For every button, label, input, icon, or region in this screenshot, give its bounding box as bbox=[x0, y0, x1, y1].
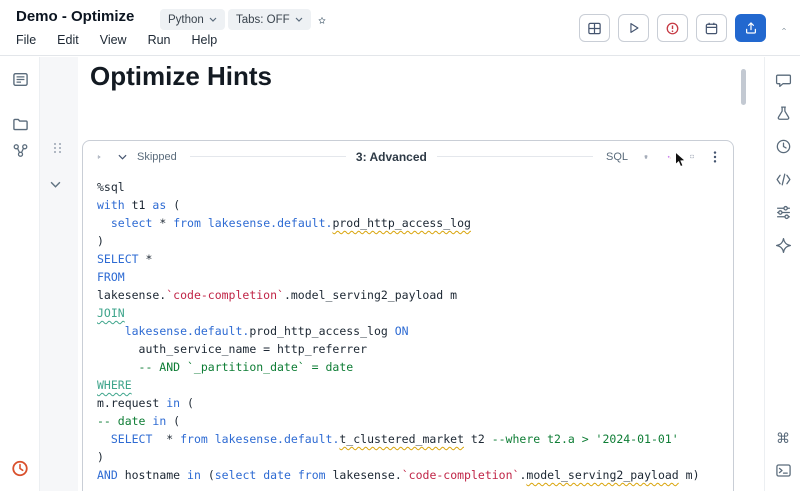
chevron-down-icon bbox=[50, 181, 61, 188]
collapse-toolbar-button[interactable] bbox=[776, 21, 792, 37]
code-line[interactable]: m.request in ( bbox=[97, 394, 733, 412]
code-line[interactable]: ) bbox=[97, 448, 733, 466]
code-line[interactable]: select * from lakesense.default.prod_htt… bbox=[97, 214, 733, 232]
vertical-scrollbar[interactable] bbox=[741, 69, 746, 105]
terminal-icon[interactable] bbox=[774, 461, 792, 479]
delete-cell-icon bbox=[644, 150, 648, 164]
schedule-button[interactable] bbox=[696, 14, 727, 42]
cell-header: Skipped 3: Advanced SQL bbox=[83, 141, 733, 172]
code-line[interactable]: -- AND `_partition_date` = date bbox=[97, 358, 733, 376]
comments-icon[interactable] bbox=[774, 71, 792, 89]
expand-cell-button[interactable] bbox=[684, 149, 700, 165]
folder-icon[interactable] bbox=[11, 115, 29, 133]
code-line[interactable]: with t1 as ( bbox=[97, 196, 733, 214]
run-cell-icon bbox=[97, 151, 101, 163]
layout-grid-icon bbox=[587, 21, 602, 36]
star-icon bbox=[318, 13, 326, 28]
tabs-toggle[interactable]: Tabs: OFF bbox=[228, 9, 311, 30]
menu-bar: File Edit View Run Help bbox=[16, 33, 217, 47]
cell-status: Skipped bbox=[137, 151, 177, 163]
assistant-sparkle-icon bbox=[667, 150, 671, 164]
interrupt-button[interactable] bbox=[657, 14, 688, 42]
code-line[interactable]: %sql bbox=[97, 178, 733, 196]
menu-view[interactable]: View bbox=[100, 33, 127, 47]
toolbar bbox=[579, 14, 766, 42]
chevron-down-icon bbox=[118, 154, 127, 160]
code-line[interactable]: SELECT * bbox=[97, 250, 733, 268]
run-all-button[interactable] bbox=[618, 14, 649, 42]
cell-language[interactable]: SQL bbox=[606, 151, 628, 163]
history-icon[interactable] bbox=[774, 137, 792, 155]
chevron-up-icon bbox=[782, 26, 786, 32]
run-cell-button[interactable] bbox=[91, 149, 107, 165]
favorite-button[interactable] bbox=[312, 10, 332, 30]
code-line[interactable]: WHERE bbox=[97, 376, 733, 394]
notebook-gutter bbox=[40, 57, 78, 491]
recents-clock-icon[interactable] bbox=[11, 459, 29, 477]
left-sidebar bbox=[0, 57, 40, 491]
code-line[interactable]: SELECT * from lakesense.default.t_cluste… bbox=[97, 430, 733, 448]
code-editor[interactable]: %sqlwith t1 as ( select * from lakesense… bbox=[83, 172, 733, 484]
markdown-heading: Optimize Hints bbox=[90, 61, 272, 92]
code-line[interactable]: -- date in ( bbox=[97, 412, 733, 430]
divider bbox=[190, 156, 346, 157]
cell-title[interactable]: 3: Advanced bbox=[356, 150, 427, 164]
code-line[interactable]: auth_service_name = http_referrer bbox=[97, 340, 733, 358]
assistant-icon[interactable] bbox=[774, 236, 792, 254]
run-all-icon bbox=[627, 21, 641, 35]
layout-button[interactable] bbox=[579, 14, 610, 42]
code-line[interactable]: FROM bbox=[97, 268, 733, 286]
expand-cell-icon bbox=[690, 150, 694, 163]
notebook-area: Optimize Hints Skipped 3: Advanced SQL bbox=[40, 57, 764, 491]
environment-icon[interactable] bbox=[774, 203, 792, 221]
interrupt-icon bbox=[665, 21, 680, 36]
chevron-down-icon bbox=[209, 17, 217, 22]
drag-handle-icon[interactable] bbox=[54, 143, 64, 157]
shortcuts-icon[interactable]: ⌘ bbox=[774, 429, 792, 447]
workflow-icon[interactable] bbox=[11, 141, 29, 159]
cell-menu-icon bbox=[713, 150, 717, 164]
tabs-toggle-value: Tabs: OFF bbox=[236, 14, 290, 26]
schedule-icon bbox=[704, 21, 719, 36]
chevron-down-icon bbox=[295, 17, 303, 22]
experiments-icon[interactable] bbox=[774, 104, 792, 122]
language-selector[interactable]: Python bbox=[160, 9, 225, 30]
delete-cell-button[interactable] bbox=[638, 149, 654, 165]
run-options-button[interactable] bbox=[114, 149, 130, 165]
code-line[interactable]: JOIN bbox=[97, 304, 733, 322]
share-button[interactable] bbox=[735, 14, 766, 42]
code-line[interactable]: lakesense.default.prod_http_access_log O… bbox=[97, 322, 733, 340]
menu-help[interactable]: Help bbox=[192, 33, 218, 47]
notebook-title: Demo - Optimize bbox=[16, 8, 134, 25]
code-line[interactable]: ) bbox=[97, 232, 733, 250]
menu-run[interactable]: Run bbox=[148, 33, 171, 47]
divider bbox=[437, 156, 593, 157]
code-line[interactable]: lakesense.`code-completion`.model_servin… bbox=[97, 286, 733, 304]
code-snippets-icon[interactable] bbox=[774, 170, 792, 188]
assistant-cell-button[interactable] bbox=[661, 149, 677, 165]
contents-icon[interactable] bbox=[11, 70, 29, 88]
cell-title-wrap: 3: Advanced bbox=[190, 150, 593, 164]
collapse-cell-button[interactable] bbox=[50, 175, 66, 191]
right-sidebar: ⌘ bbox=[764, 57, 800, 491]
cell-menu-button[interactable] bbox=[707, 149, 723, 165]
language-selector-value: Python bbox=[168, 14, 204, 26]
menu-file[interactable]: File bbox=[16, 33, 36, 47]
code-line[interactable]: AND hostname in (select date from lakese… bbox=[97, 466, 733, 484]
code-cell: Skipped 3: Advanced SQL %sqlwith t1 as (… bbox=[82, 140, 734, 491]
top-bar: Demo - Optimize Python Tabs: OFF File Edi… bbox=[0, 0, 800, 56]
menu-edit[interactable]: Edit bbox=[57, 33, 79, 47]
share-icon bbox=[744, 21, 758, 35]
